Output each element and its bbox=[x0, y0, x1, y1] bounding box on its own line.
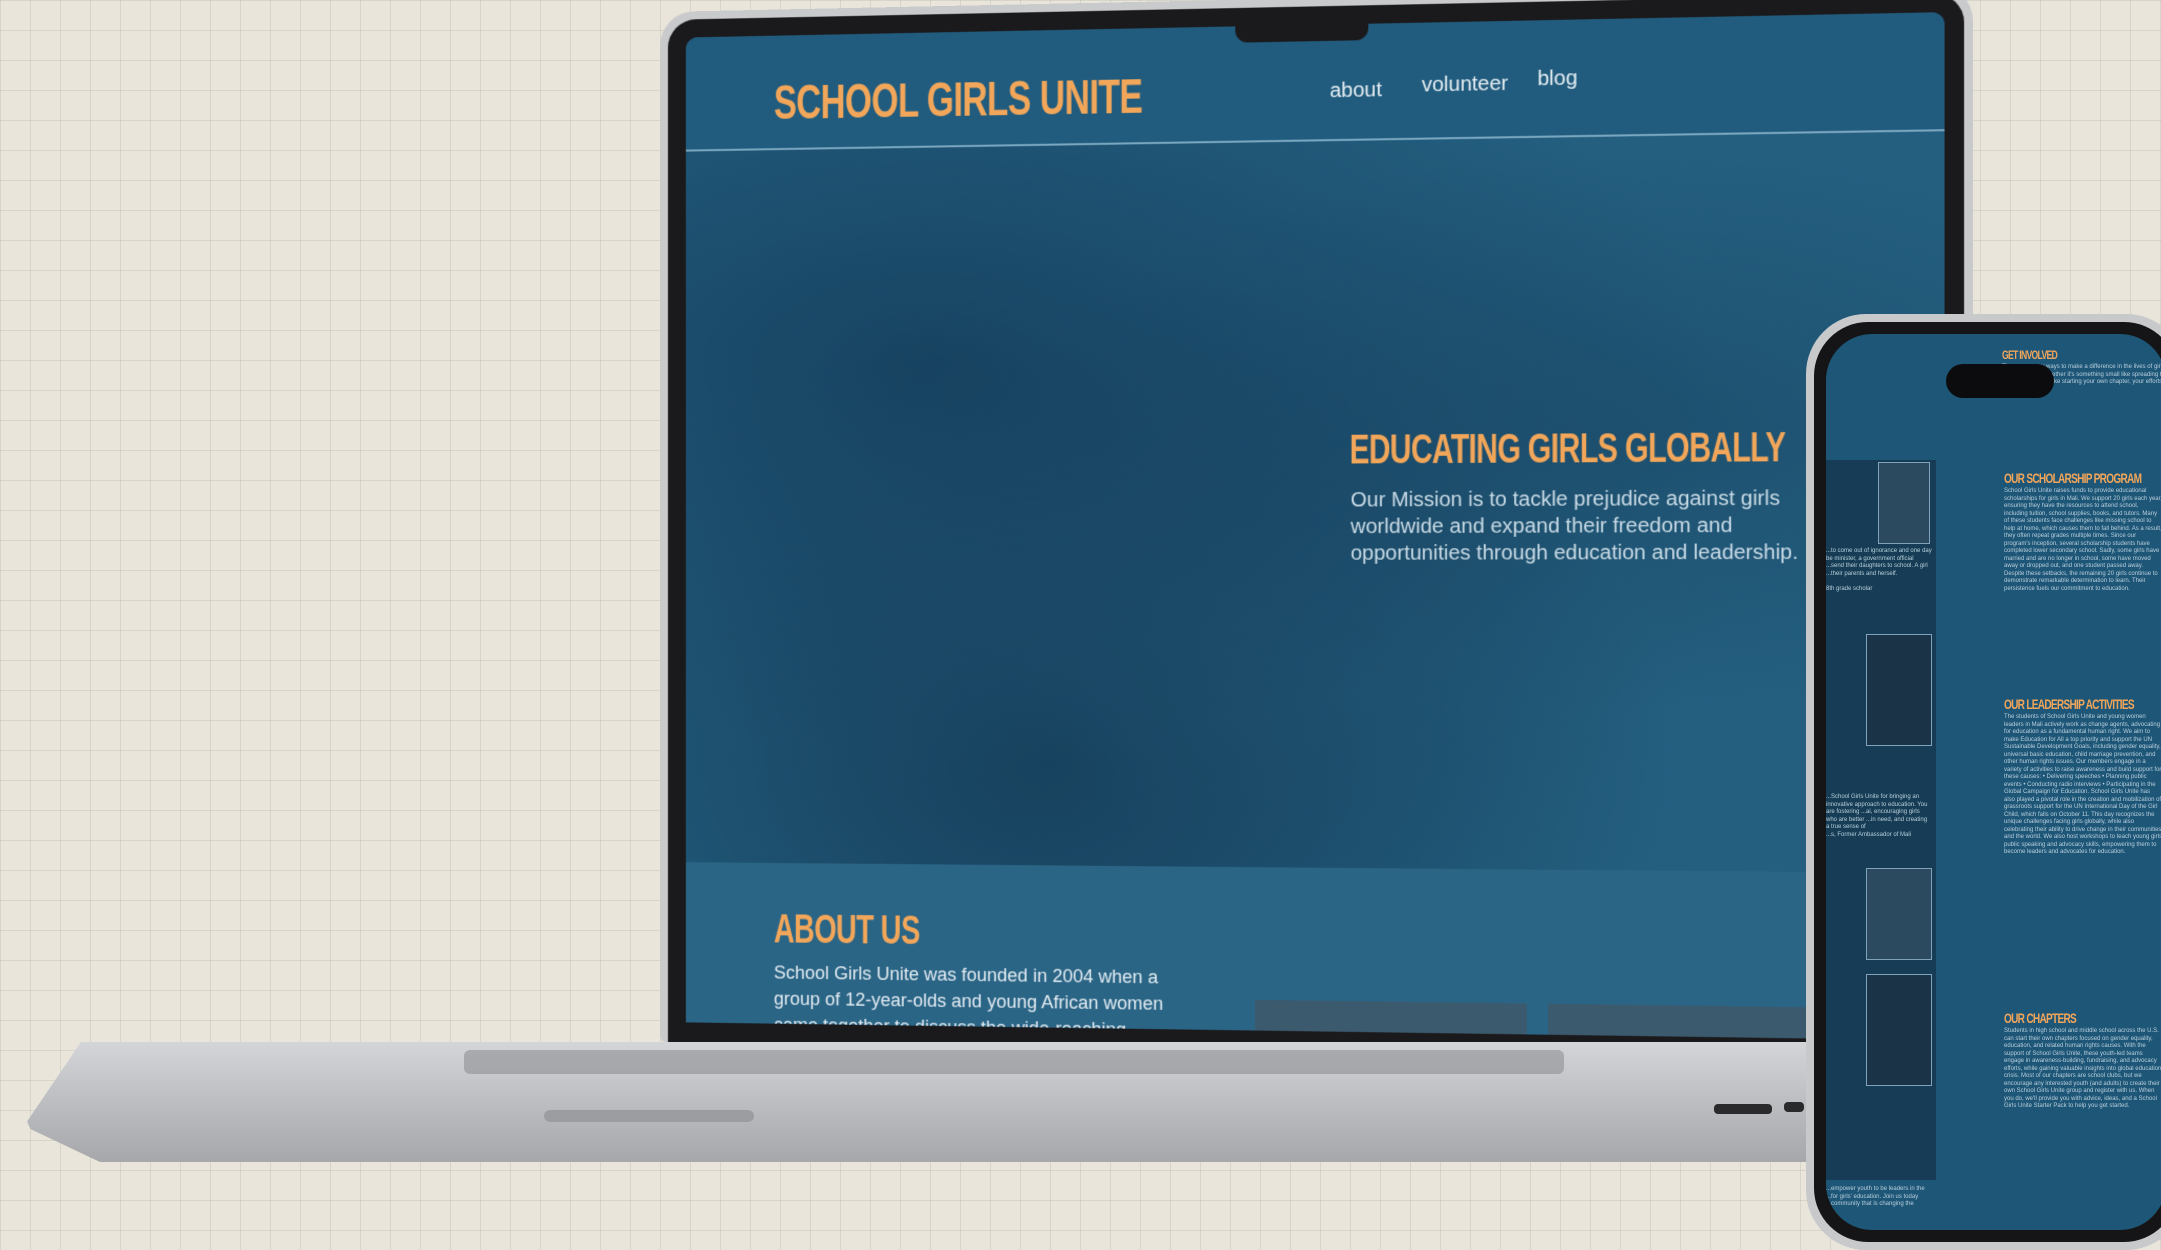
phone-get-involved-title: GET INVOLVED bbox=[2002, 348, 2058, 362]
phone-quote: ...to come out of ignorance and one day … bbox=[1826, 548, 1932, 577]
trackpad-lip bbox=[544, 1110, 754, 1122]
hero-banner: EDUCATING GIRLS GLOBALLY Our Mission is … bbox=[685, 131, 1945, 874]
laptop: SCHOOL GIRLS UNITE about volunteer blog … bbox=[660, 0, 1973, 1062]
phone-screen: GET INVOLVED There are many ways to make… bbox=[1826, 334, 2161, 1230]
phone-photo bbox=[1866, 634, 1932, 746]
phone-photo bbox=[1866, 868, 1932, 960]
hero-mission-text: Our Mission is to tackle prejudice again… bbox=[1350, 487, 1799, 565]
about-image bbox=[1548, 1003, 1826, 1041]
phone-quote-author: ...s, Former Ambassador of Mali bbox=[1826, 832, 1912, 838]
laptop-bezel: SCHOOL GIRLS UNITE about volunteer blog … bbox=[667, 0, 1965, 1062]
phone-chapters-text: Students in high school and middle schoo… bbox=[2004, 1028, 2161, 1109]
phone-bezel: GET INVOLVED There are many ways to make… bbox=[1814, 322, 2161, 1242]
about-title: ABOUT US bbox=[773, 907, 920, 954]
usb-port bbox=[1714, 1104, 1772, 1114]
keyboard-well bbox=[464, 1050, 1564, 1074]
site-logo[interactable]: SCHOOL GIRLS UNITE bbox=[774, 69, 1142, 131]
phone-quote-author: 8th grade scholar bbox=[1826, 586, 1873, 592]
about-image bbox=[1254, 999, 1527, 1041]
laptop-screen: SCHOOL GIRLS UNITE about volunteer blog … bbox=[685, 12, 1945, 1041]
phone-leadership-text: The students of School Girls Unite and y… bbox=[2004, 714, 2161, 855]
laptop-base bbox=[24, 1042, 1924, 1162]
phone-leadership-title: OUR LEADERSHIP ACTIVITIES bbox=[2004, 696, 2135, 712]
phone-chapters-title: OUR CHAPTERS bbox=[2004, 1010, 2077, 1026]
nav-blog[interactable]: blog bbox=[1537, 67, 1577, 91]
phone-quote: ...School Girls Unite for bringing an in… bbox=[1826, 794, 1928, 830]
nav-about[interactable]: about bbox=[1330, 79, 1382, 103]
nav-volunteer[interactable]: volunteer bbox=[1422, 72, 1509, 97]
about-text: School Girls Unite was founded in 2004 w… bbox=[773, 962, 1164, 1040]
usb-port bbox=[1784, 1102, 1804, 1112]
phone-photo bbox=[1878, 462, 1930, 544]
hero-title: EDUCATING GIRLS GLOBALLY bbox=[1349, 424, 1786, 473]
phone-scholarship-text: School Girls Unite raises funds to provi… bbox=[2004, 488, 2161, 592]
phone: GET INVOLVED There are many ways to make… bbox=[1806, 314, 2161, 1250]
phone-photo bbox=[1866, 974, 1932, 1086]
phone-quote: ...empower youth to be leaders in the ..… bbox=[1826, 1186, 1925, 1207]
camera-notch bbox=[1235, 5, 1369, 43]
dynamic-island bbox=[1946, 364, 2054, 398]
phone-scholarship-title: OUR SCHOLARSHIP PROGRAM bbox=[2004, 470, 2142, 486]
about-section: ABOUT US School Girls Unite was founded … bbox=[685, 862, 1945, 1041]
